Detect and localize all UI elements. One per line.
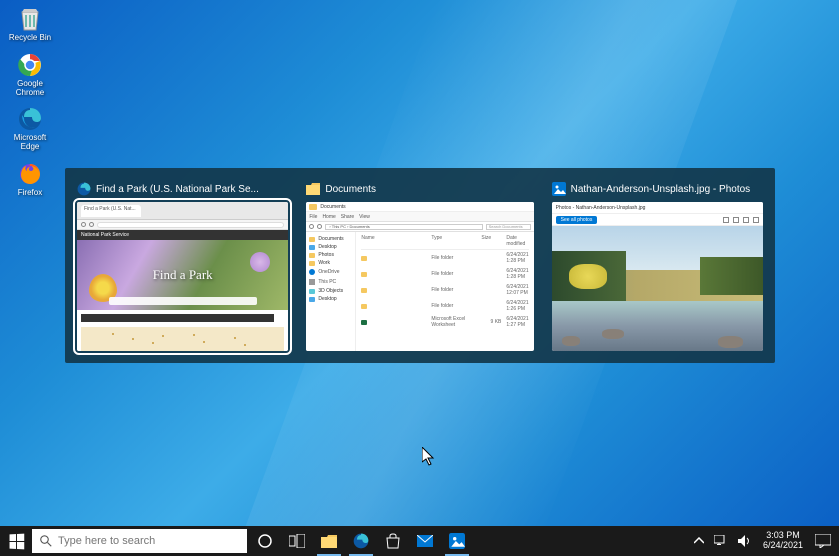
- desktop-icon-grid: Recycle Bin Google Chrome Microsoft Edge…: [5, 5, 55, 198]
- alt-tab-switcher: Find a Park (U.S. National Park Se... Fi…: [65, 168, 775, 363]
- tool-icon: [753, 217, 759, 223]
- address-bar: › This PC › Documents: [325, 224, 482, 230]
- notification-center-icon[interactable]: [809, 526, 837, 556]
- tray-volume-icon[interactable]: [733, 526, 757, 556]
- recycle-bin-icon: [16, 5, 44, 33]
- taskbar-search[interactable]: Type here to search: [32, 529, 247, 553]
- photo-content: [552, 226, 763, 351]
- window-title: Documents: [325, 184, 376, 195]
- ribbon-tab: Share: [341, 214, 354, 220]
- browser-tab: Find a Park (U.S. Nat...: [81, 205, 141, 217]
- tray-network-icon[interactable]: [709, 526, 733, 556]
- edge-icon: [77, 182, 91, 196]
- window-thumbnail: Find a Park (U.S. Nat... National Park S…: [77, 202, 288, 351]
- desktop-icon-label: Google Chrome: [5, 80, 55, 98]
- taskbar-edge[interactable]: [345, 526, 377, 556]
- search-box: Search Documents: [486, 224, 531, 230]
- desktop-icon-recycle-bin[interactable]: Recycle Bin: [5, 5, 55, 43]
- taskbar-mail[interactable]: [409, 526, 441, 556]
- clock-date: 6/24/2021: [763, 541, 803, 551]
- edge-icon: [16, 105, 44, 133]
- taskbar-clock[interactable]: 3:03 PM 6/24/2021: [757, 531, 809, 551]
- desktop-icon-edge[interactable]: Microsoft Edge: [5, 105, 55, 152]
- window-title: Nathan-Anderson-Unsplash.jpg - Photos: [571, 184, 751, 195]
- search-icon: [40, 535, 52, 547]
- chrome-icon: [16, 51, 44, 79]
- alt-tab-item-browser[interactable]: Find a Park (U.S. National Park Se... Fi…: [77, 180, 288, 351]
- desktop-icon-chrome[interactable]: Google Chrome: [5, 51, 55, 98]
- see-all-button: See all photos: [556, 216, 598, 224]
- folder-icon: [306, 182, 320, 196]
- taskbar-taskview[interactable]: [281, 526, 313, 556]
- explorer-sidebar: Documents Desktop Photos Work OneDrive T…: [306, 232, 356, 351]
- site-header: National Park Service: [81, 232, 129, 238]
- ribbon-tab: View: [359, 214, 370, 220]
- ribbon-tab: File: [309, 214, 317, 220]
- system-tray: 3:03 PM 6/24/2021: [689, 526, 839, 556]
- desktop-icon-firefox[interactable]: Firefox: [5, 160, 55, 198]
- desktop-icon-label: Firefox: [18, 189, 42, 198]
- desktop: Recycle Bin Google Chrome Microsoft Edge…: [0, 0, 839, 556]
- desktop-icon-label: Microsoft Edge: [5, 134, 55, 152]
- firefox-icon: [16, 160, 44, 188]
- tray-chevron-icon[interactable]: [689, 526, 709, 556]
- cursor-icon: [422, 447, 436, 472]
- taskbar-cortana[interactable]: [249, 526, 281, 556]
- window-thumbnail: Photos - Nathan-Anderson-Unsplash.jpg Se…: [552, 202, 763, 351]
- photos-icon: [552, 182, 566, 196]
- start-button[interactable]: [0, 526, 32, 556]
- desktop-icon-label: Recycle Bin: [9, 34, 51, 43]
- explorer-title: Documents: [320, 204, 345, 210]
- tool-icon: [733, 217, 739, 223]
- ribbon-tab: Home: [322, 214, 335, 220]
- tool-icon: [743, 217, 749, 223]
- taskbar-store[interactable]: [377, 526, 409, 556]
- windows-logo-icon: [9, 533, 24, 549]
- taskbar-photos[interactable]: [441, 526, 473, 556]
- taskbar: Type here to search 3:03 PM 6/24/2021: [0, 526, 839, 556]
- explorer-file-list: Name Type Size Date modified File folder…: [356, 232, 533, 351]
- photos-title: Photos - Nathan-Anderson-Unsplash.jpg: [556, 205, 646, 211]
- window-thumbnail: Documents File Home Share View › This PC…: [306, 202, 533, 351]
- tool-icon: [723, 217, 729, 223]
- search-placeholder: Type here to search: [58, 535, 155, 547]
- hero-title: Find a Park: [153, 267, 213, 283]
- taskbar-explorer[interactable]: [313, 526, 345, 556]
- window-title: Find a Park (U.S. National Park Se...: [96, 184, 259, 195]
- alt-tab-item-photos[interactable]: Nathan-Anderson-Unsplash.jpg - Photos Ph…: [552, 180, 763, 351]
- alt-tab-item-explorer[interactable]: Documents Documents File Home Share View…: [306, 180, 533, 351]
